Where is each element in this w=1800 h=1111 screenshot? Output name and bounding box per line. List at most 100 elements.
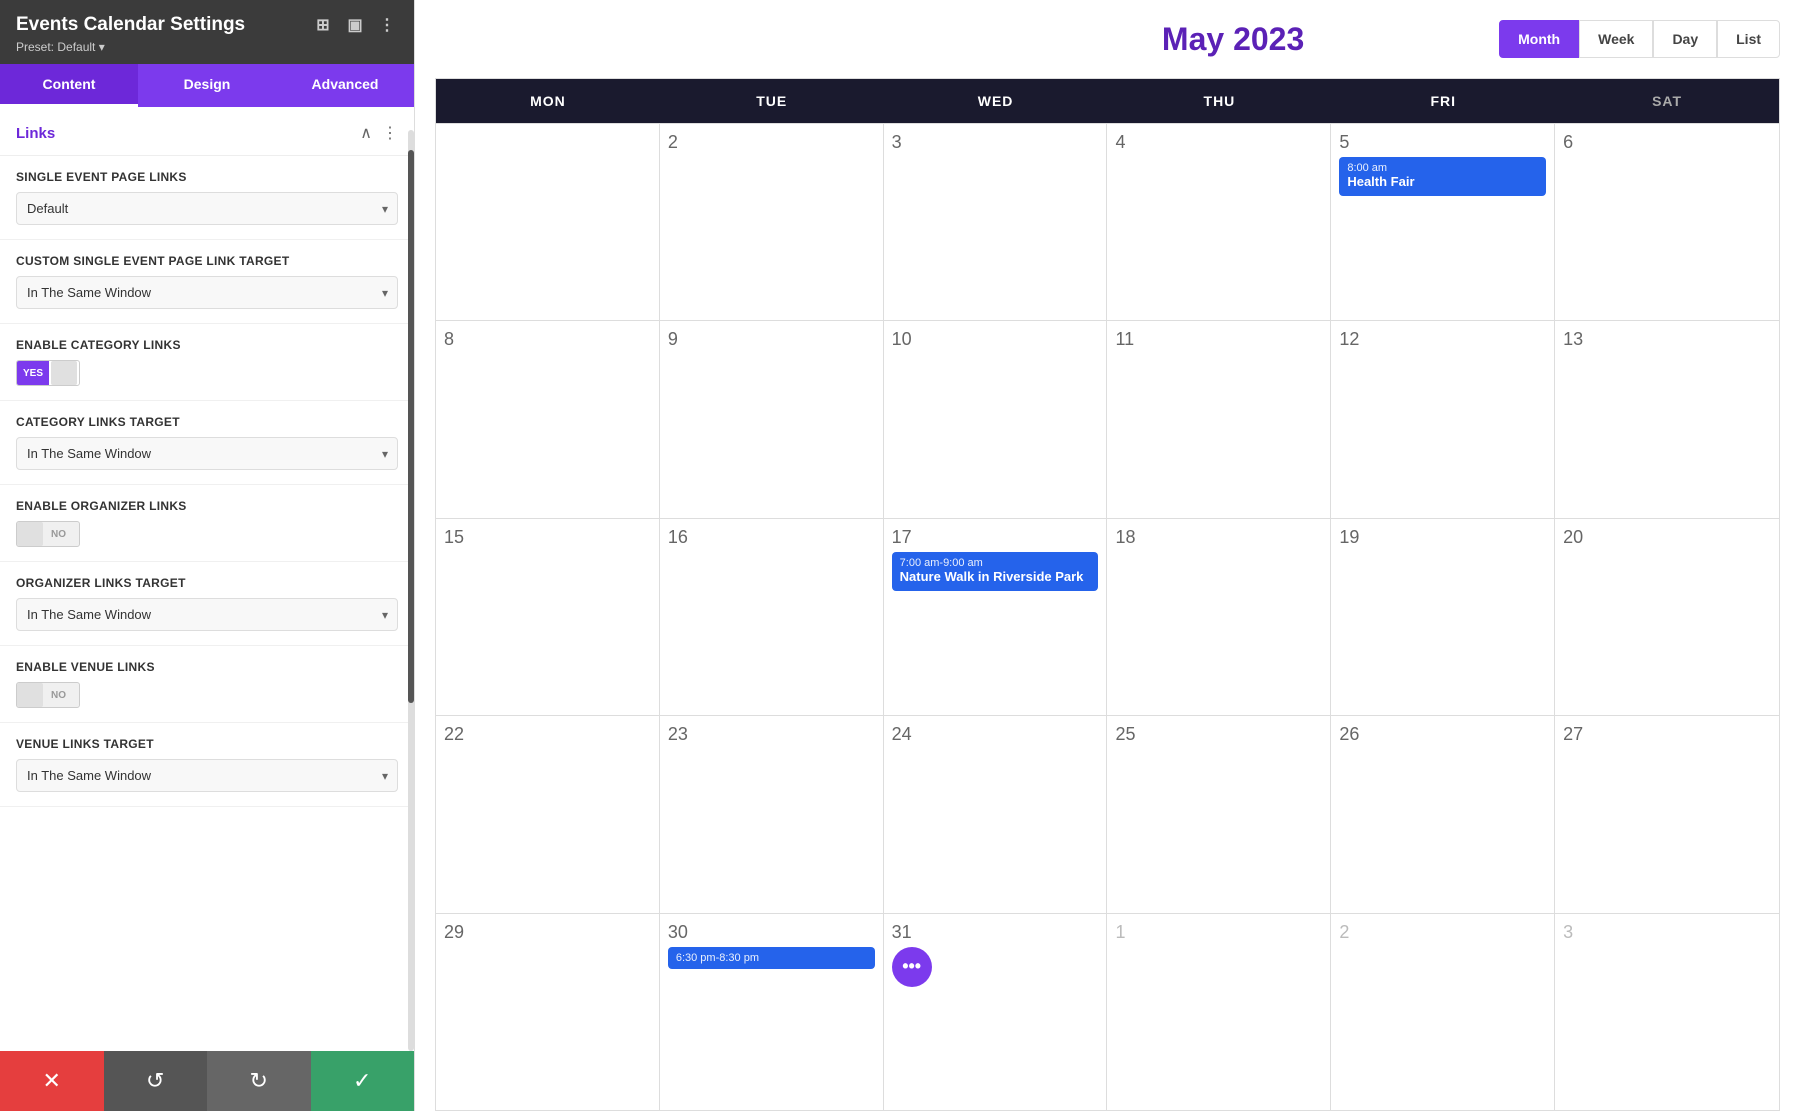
cal-cell-may18[interactable]: 18 [1107,519,1331,715]
calendar-week-2: 8 9 10 11 12 13 [436,320,1779,517]
health-fair-name: Health Fair [1347,174,1538,191]
day-header-sat: SAT [1555,79,1779,123]
cal-cell-may2[interactable]: 2 [660,124,884,320]
undo-button[interactable]: ↺ [104,1051,208,1111]
cal-cell-may5[interactable]: 5 8:00 am Health Fair [1331,124,1555,320]
cal-date-24: 24 [892,724,1099,745]
cal-cell-jun1[interactable]: 1 [1107,914,1331,1110]
cal-cell-may3[interactable]: 3 [884,124,1108,320]
enable-venue-label: Enable Venue Links [16,660,398,674]
panel-title-icons: ⊞ ▣ ⋮ [312,14,398,36]
category-target-select-wrapper: In The Same Window In A New Window ▾ [16,437,398,470]
venue-target-field-group: Venue Links Target In The Same Window In… [0,723,414,807]
save-button[interactable]: ✓ [311,1051,415,1111]
cal-date-23: 23 [668,724,875,745]
cal-cell-may31[interactable]: 31 ••• [884,914,1108,1110]
cal-cell-may24[interactable]: 24 [884,716,1108,912]
custom-link-target-select[interactable]: In The Same Window In A New Window [16,276,398,309]
more-icon[interactable]: ⋮ [376,14,398,36]
organizer-target-select[interactable]: In The Same Window In A New Window [16,598,398,631]
calendar-week-1: 2 3 4 5 8:00 am Health Fair 6 [436,123,1779,320]
tab-advanced[interactable]: Advanced [276,64,414,107]
preset-text[interactable]: Preset: Default ▾ [16,40,398,54]
partial-event[interactable]: 6:30 pm-8:30 pm [668,947,875,969]
health-fair-event[interactable]: 8:00 am Health Fair [1339,157,1546,196]
single-event-field-group: Single Event Page Links Default Custom ▾ [0,156,414,240]
cancel-button[interactable]: ✕ [0,1051,104,1111]
view-week-button[interactable]: Week [1579,20,1653,58]
cal-cell-may11[interactable]: 11 [1107,321,1331,517]
scroll-indicator[interactable] [408,130,414,1051]
single-event-select-wrapper: Default Custom ▾ [16,192,398,225]
cal-cell-may15[interactable]: 15 [436,519,660,715]
enable-category-toggle[interactable]: YES [16,360,80,386]
cal-date-31: 31 [892,922,1099,943]
calendar-day-headers: MON TUE WED THU FRI SAT [436,79,1779,123]
panel-header: Events Calendar Settings ⊞ ▣ ⋮ Preset: D… [0,0,414,64]
cal-date-jun2: 2 [1339,922,1546,943]
enable-category-field-group: Enable Category Links YES [0,324,414,401]
section-more-icon[interactable]: ⋮ [382,123,398,143]
cal-date-15: 15 [444,527,651,548]
redo-button[interactable]: ↻ [207,1051,311,1111]
cal-cell-may29[interactable]: 29 [436,914,660,1110]
single-event-label: Single Event Page Links [16,170,398,184]
cal-cell-may17[interactable]: 17 7:00 am-9:00 am Nature Walk in Rivers… [884,519,1108,715]
health-fair-time: 8:00 am [1347,162,1538,174]
cal-cell-may12[interactable]: 12 [1331,321,1555,517]
enable-venue-toggle[interactable]: NO [16,682,80,708]
category-target-select[interactable]: In The Same Window In A New Window [16,437,398,470]
cal-cell-may20[interactable]: 20 [1555,519,1779,715]
cal-date-12: 12 [1339,329,1546,350]
cal-cell-may6[interactable]: 6 [1555,124,1779,320]
view-day-button[interactable]: Day [1653,20,1717,58]
nature-walk-event[interactable]: 7:00 am-9:00 am Nature Walk in Riverside… [892,552,1099,591]
cal-cell-jun2[interactable]: 2 [1331,914,1555,1110]
cal-date-9: 9 [668,329,875,350]
cal-cell-may8[interactable]: 8 [436,321,660,517]
settings-panel: Events Calendar Settings ⊞ ▣ ⋮ Preset: D… [0,0,415,1111]
cal-cell-may25[interactable]: 25 [1107,716,1331,912]
cal-cell-may9[interactable]: 9 [660,321,884,517]
preset-arrow: ▾ [95,40,104,54]
cal-cell-jun3[interactable]: 3 [1555,914,1779,1110]
more-events-button[interactable]: ••• [892,947,932,987]
more-events-icon: ••• [902,956,921,977]
calendar-title: May 2023 [967,21,1499,58]
cal-cell-may22[interactable]: 22 [436,716,660,912]
cal-cell-may27[interactable]: 27 [1555,716,1779,912]
organizer-target-select-wrapper: In The Same Window In A New Window ▾ [16,598,398,631]
cal-cell-may26[interactable]: 26 [1331,716,1555,912]
cal-cell-may16[interactable]: 16 [660,519,884,715]
cal-date-25: 25 [1115,724,1322,745]
collapse-icon[interactable]: ∧ [360,123,372,143]
cal-cell-may30[interactable]: 30 6:30 pm-8:30 pm [660,914,884,1110]
view-buttons: Month Week Day List [1499,20,1780,58]
layout-icon[interactable]: ▣ [344,14,366,36]
enable-organizer-toggle-row: NO [16,521,398,547]
custom-link-target-select-wrapper: In The Same Window In A New Window ▾ [16,276,398,309]
expand-icon[interactable]: ⊞ [312,14,334,36]
panel-tabs: Content Design Advanced [0,64,414,107]
venue-toggle-no-handle [17,683,43,707]
cal-cell-may10[interactable]: 10 [884,321,1108,517]
category-target-field-group: Category Links Target In The Same Window… [0,401,414,485]
view-month-button[interactable]: Month [1499,20,1579,58]
cal-date-16: 16 [668,527,875,548]
cal-cell-may23[interactable]: 23 [660,716,884,912]
venue-target-select[interactable]: In The Same Window In A New Window [16,759,398,792]
cal-cell-may4[interactable]: 4 [1107,124,1331,320]
toggle-yes-label: YES [17,361,49,385]
cal-date-19: 19 [1339,527,1546,548]
cal-cell-may19[interactable]: 19 [1331,519,1555,715]
cal-cell-may13[interactable]: 13 [1555,321,1779,517]
tab-design[interactable]: Design [138,64,276,107]
view-list-button[interactable]: List [1717,20,1780,58]
calendar-week-3: 15 16 17 7:00 am-9:00 am Nature Walk in … [436,518,1779,715]
single-event-select[interactable]: Default Custom [16,192,398,225]
tab-content[interactable]: Content [0,64,138,107]
nature-walk-name: Nature Walk in Riverside Park [900,569,1091,586]
enable-organizer-toggle[interactable]: NO [16,521,80,547]
nature-walk-time: 7:00 am-9:00 am [900,557,1091,569]
cal-date-jun1: 1 [1115,922,1322,943]
